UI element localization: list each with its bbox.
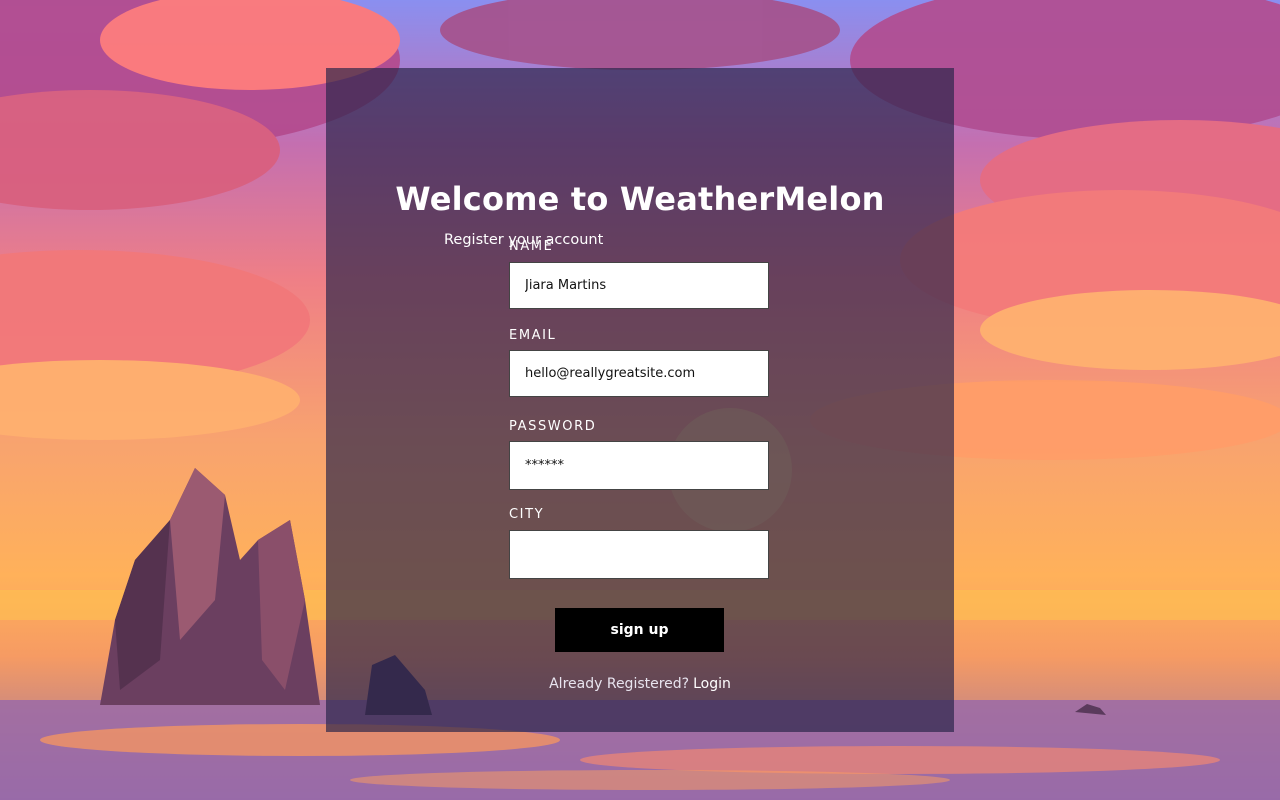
city-field[interactable] [509,530,769,579]
name-field[interactable] [509,262,769,309]
sign-up-button[interactable]: sign up [555,608,724,652]
password-field[interactable] [509,441,769,490]
page-title: Welcome to WeatherMelon [395,180,885,218]
email-label: EMAIL [509,328,557,343]
login-link[interactable]: Login [693,676,731,692]
already-registered-text: Already Registered? [549,676,690,692]
city-label: CITY [509,507,545,522]
name-label: NAME [509,239,554,254]
login-prompt: Already Registered? Login [326,676,954,692]
password-label: PASSWORD [509,419,597,434]
email-field[interactable] [509,350,769,397]
register-screen: Welcome to WeatherMelon Register your ac… [0,0,1280,800]
register-panel: Welcome to WeatherMelon Register your ac… [326,68,954,732]
